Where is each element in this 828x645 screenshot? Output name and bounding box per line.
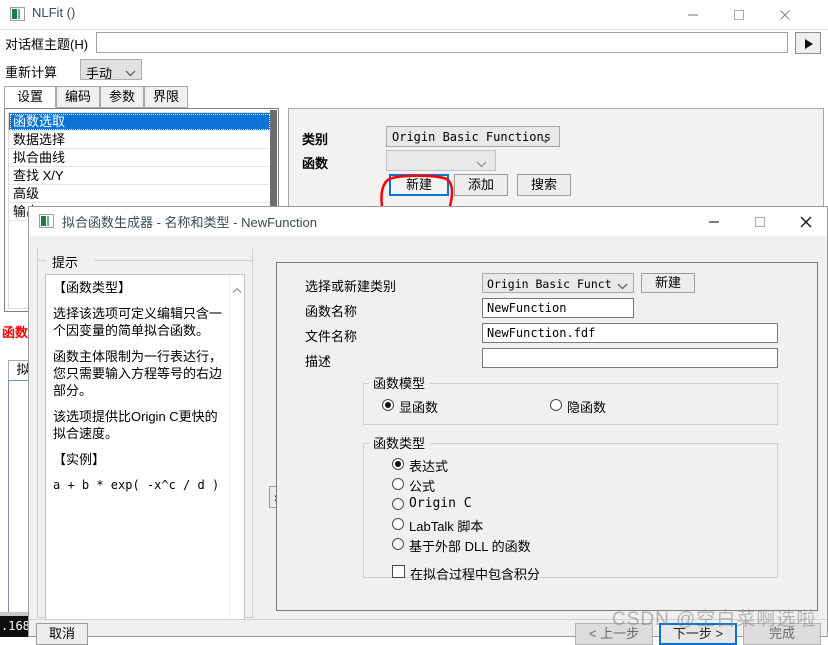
sidebar-item-find-xy[interactable]: 查找 X/Y [9,167,271,185]
tab-code[interactable]: 编码 [56,86,100,108]
maximize-icon[interactable] [716,0,762,29]
dialog-theme-label: 对话框主题(H) [5,37,89,52]
file-name-input[interactable] [482,323,778,343]
tips-textbox[interactable]: 【函数类型】 选择该选项可定义编辑只含一个因变量的简单拟合函数。 函数主体限制为… [45,274,245,620]
tips-paragraph-2: 函数主体限制为一行表达行，您只需要输入方程等号的右边部分。 [53,349,223,398]
tab-bounds[interactable]: 界限 [144,86,188,108]
function-type-legend: 函数类型 [370,433,429,452]
chevron-up-icon[interactable] [232,283,242,297]
radio-circle-icon [392,538,404,550]
category-field-label: 选择或新建类别 [305,279,397,294]
next-step-button[interactable]: 下一步 > [659,623,737,645]
function-model-group: 函数模型 显函数 隐函数 [363,373,779,425]
add-function-button[interactable]: 添加 [454,174,508,196]
dialog-footer: 取消 < 上一步 下一步 > 完成 [29,619,827,645]
sidebar-item-data-selection[interactable]: 数据选择 [9,131,271,149]
category-select-field[interactable]: Origin Basic Function [482,273,634,293]
radio-circle-icon [392,498,404,510]
fitting-function-builder-dialog: 拟合函数生成器 - 名称和类型 - NewFunction 提示 【函数类型】 … [28,206,828,645]
function-model-legend: 函数模型 [370,373,429,392]
radio-external-dll-label: 基于外部 DLL 的函数 [409,539,531,554]
radio-circle-icon [392,518,404,530]
recalculate-select[interactable]: 手动 [80,59,142,81]
description-label: 描述 [305,354,332,369]
tips-heading: 【函数类型】 [53,280,132,295]
radio-dot-icon [385,402,391,408]
radio-circle-icon [550,399,562,411]
tips-legend: 提示 [48,252,83,271]
function-name-label: 函数名称 [305,304,358,319]
status-strip-text: .168 [1,619,30,633]
dialog-titlebar: 拟合函数生成器 - 名称和类型 - NewFunction [29,207,827,236]
category-label: 类别 [302,132,329,147]
recalculate-label: 重新计算 [5,65,58,80]
radio-implicit-label: 隐函数 [567,400,607,415]
checkbox-include-integral-label: 在拟合过程中包含积分 [410,567,541,582]
dialog-theme-input[interactable] [96,32,788,53]
category-select[interactable]: Origin Basic Functions [386,126,560,147]
chevron-down-icon [476,157,487,171]
category-select-value: Origin Basic Function [487,277,611,291]
tips-content: 【函数类型】 选择该选项可定义编辑只含一个因变量的简单拟合函数。 函数主体限制为… [53,279,225,503]
radio-expression-label: 表达式 [409,459,449,474]
close-icon[interactable] [762,0,808,29]
origin-app-icon [10,7,25,21]
nlfit-titlebar: NLFit () [0,0,828,29]
file-name-label: 文件名称 [305,329,358,344]
minimize-icon[interactable] [670,0,716,29]
radio-formula-label: 公式 [409,479,436,494]
dialog-body: 提示 【函数类型】 选择该选项可定义编辑只含一个因变量的简单拟合函数。 函数主体… [29,236,827,645]
footer-divider [29,619,827,620]
checkbox-square-icon [392,565,405,578]
name-and-type-form: 选择或新建类别 函数名称 文件名称 描述 Origin Basic Functi… [276,262,818,611]
radio-origin-c-label: Origin C [409,496,472,511]
tips-example-heading: 【实例】 [53,452,106,467]
sidebar-item-advanced[interactable]: 高级 [9,185,271,203]
cancel-button[interactable]: 取消 [36,623,88,645]
description-input[interactable] [482,348,778,368]
tips-scrollbar[interactable] [229,275,244,619]
finish-button[interactable]: 完成 [743,623,821,645]
dialog-theme-go-button[interactable] [795,32,821,54]
origin-app-icon [39,214,54,228]
function-label: 函数 [302,156,329,171]
dialog-title: 拟合函数生成器 - 名称和类型 - NewFunction [62,215,317,230]
dialog-theme-row: 对话框主题(H) [0,30,828,56]
tips-group: 提示 【函数类型】 选择该选项可定义编辑只含一个因变量的简单拟合函数。 函数主体… [37,248,254,620]
function-selection-panel: 类别 函数 Origin Basic Functions 新建 添加 搜索 [288,108,824,208]
tips-example-code: a + b * exp( -x^c / d ) [53,478,220,492]
tab-parameters[interactable]: 参数 [100,86,144,108]
new-category-button[interactable]: 新建 [641,273,695,293]
recalculate-row: 重新计算 手动 [0,58,828,84]
previous-step-button[interactable]: < 上一步 [575,623,653,645]
recalculate-value: 手动 [86,66,113,81]
minimize-icon[interactable] [691,207,737,236]
search-function-button[interactable]: 搜索 [517,174,571,196]
tips-paragraph-1: 选择该选项可定义编辑只含一个因变量的简单拟合函数。 [53,306,223,338]
function-name-input[interactable] [482,298,634,318]
tab-settings[interactable]: 设置 [4,86,56,108]
red-annotation-label: 函数 [2,322,29,341]
tips-paragraph-3: 该选项提供比Origin C更快的拟合速度。 [53,409,218,441]
category-value: Origin Basic Functions [392,130,551,144]
new-function-button[interactable]: 新建 [389,174,449,196]
chevron-down-icon [617,279,628,293]
radio-labtalk-label: LabTalk 脚本 [409,519,484,534]
close-icon[interactable] [783,207,828,236]
function-select[interactable] [386,150,496,171]
nlfit-window-title: NLFit () [32,5,76,20]
radio-dot-icon [395,461,401,467]
function-type-group: 函数类型 表达式 公式 Origin C LabTalk 脚本 基于外部 DLL… [363,433,779,582]
sidebar-item-function-selection[interactable]: 函数选取 [9,113,271,131]
play-icon [805,39,813,49]
chevron-down-icon [125,66,136,80]
chevron-down-icon [540,133,551,147]
sidebar-item-fitted-curves[interactable]: 拟合曲线 [9,149,271,167]
radio-explicit-label: 显函数 [399,400,439,415]
settings-tabbar: 设置 编码 参数 界限 [0,86,828,108]
maximize-icon[interactable] [737,207,783,236]
radio-circle-icon [392,478,404,490]
